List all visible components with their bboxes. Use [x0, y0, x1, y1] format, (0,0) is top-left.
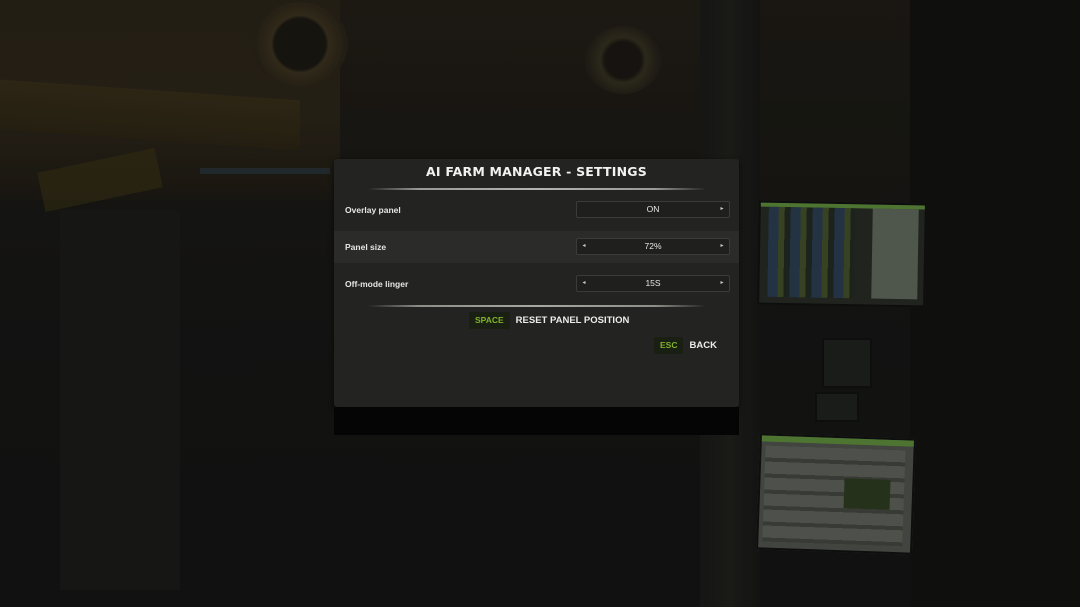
- setting-row-off-mode-linger[interactable]: Off-mode linger ◂ 15S ▸: [334, 268, 739, 300]
- cab-side-panel: [60, 210, 180, 590]
- setting-label: Overlay panel: [345, 205, 401, 215]
- title-divider: [368, 188, 706, 190]
- setting-label: Off-mode linger: [345, 279, 409, 289]
- back-button[interactable]: ESC BACK: [654, 337, 717, 354]
- monitor-vehicle-image: [843, 478, 891, 510]
- cab-monitor: [815, 392, 859, 422]
- cab-monitor: [756, 433, 916, 555]
- actions-divider: [368, 305, 706, 307]
- cab-speaker: [585, 26, 661, 94]
- cab-right-side: [910, 0, 1080, 607]
- cab-light-strip: [200, 168, 330, 174]
- arrow-right-icon[interactable]: ▸: [716, 202, 728, 217]
- dialog-footer-bar: [334, 407, 739, 435]
- dialog-title: AI FARM MANAGER - SETTINGS: [426, 164, 647, 179]
- monitor-sidebar: [871, 208, 919, 300]
- setting-row-overlay-panel[interactable]: Overlay panel ON ▸: [334, 194, 739, 226]
- overlay-panel-selector[interactable]: ON ▸: [576, 201, 730, 218]
- action-label: RESET PANEL POSITION: [515, 315, 630, 326]
- off-mode-linger-selector[interactable]: ◂ 15S ▸: [576, 275, 730, 292]
- cab-monitor: [822, 338, 872, 388]
- arrow-right-icon[interactable]: ▸: [716, 239, 728, 254]
- key-hint-esc: ESC: [654, 337, 684, 354]
- monitor-header: [761, 435, 914, 447]
- key-hint-space: SPACE: [469, 312, 510, 329]
- reset-panel-position-button[interactable]: SPACE RESET PANEL POSITION: [469, 312, 629, 329]
- cab-monitor: [757, 200, 927, 308]
- cab-speaker: [252, 2, 348, 86]
- selector-value: 72%: [644, 241, 662, 251]
- selector-value: 15S: [645, 278, 661, 288]
- setting-label: Panel size: [345, 242, 387, 252]
- setting-row-panel-size[interactable]: Panel size ◂ 72% ▸: [334, 231, 739, 263]
- action-label: BACK: [689, 340, 717, 351]
- selector-value: ON: [646, 204, 660, 214]
- panel-size-selector[interactable]: ◂ 72% ▸: [576, 238, 730, 255]
- arrow-right-icon[interactable]: ▸: [716, 276, 728, 291]
- settings-dialog: AI FARM MANAGER - SETTINGS Overlay panel…: [334, 159, 739, 407]
- monitor-graph: [767, 206, 855, 299]
